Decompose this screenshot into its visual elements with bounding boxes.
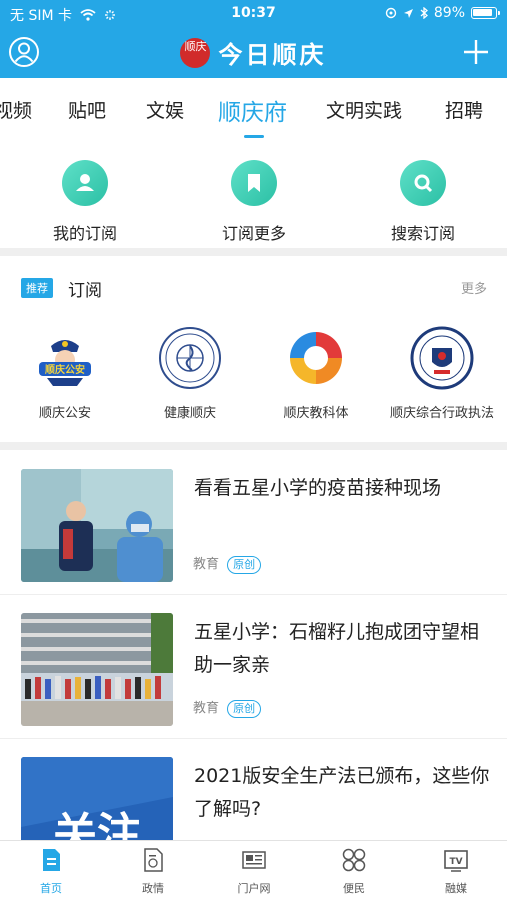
active-tab-indicator — [244, 135, 264, 138]
app-header: 顺庆 今日顺庆 — [0, 28, 507, 78]
nav-portal[interactable]: 门户网 — [219, 847, 289, 896]
health-bureau-emblem-icon — [158, 326, 222, 390]
subscription-name: 健康顺庆 — [163, 406, 216, 421]
news-category: 教育 — [193, 557, 220, 572]
tab-recruitment[interactable]: 招聘 — [445, 96, 483, 123]
news-category: 教育 — [193, 701, 220, 716]
home-doc-icon — [43, 849, 60, 871]
section-divider — [0, 442, 507, 450]
nav-label: 融媒 — [445, 882, 467, 895]
government-doc-icon — [144, 848, 163, 872]
battery-percent: 89% — [433, 5, 465, 21]
recommended-subscriptions: 推荐 订阅 更多 顺庆公安 顺庆公安 健康顺庆 顺庆教科体 顺庆综合行政执法 — [0, 256, 507, 442]
quick-actions: 我的订阅 订阅更多 搜索订阅 — [0, 140, 507, 248]
battery-icon — [471, 7, 500, 19]
news-title: 2021版安全生产法已颁布，这些你了解吗? — [194, 765, 490, 820]
tab-civilization[interactable]: 文明实践 — [326, 96, 402, 123]
subscription-name: 顺庆公安 — [38, 406, 91, 421]
nav-media[interactable]: TV 融媒 — [421, 847, 491, 896]
screen-lock-icon — [385, 7, 397, 19]
nav-home[interactable]: 首页 — [16, 847, 86, 896]
app-logo: 顺庆 今日顺庆 — [0, 35, 507, 70]
original-badge: 原创 — [227, 700, 262, 718]
search-subscriptions-button[interactable]: 搜索订阅 — [368, 160, 478, 244]
subscription-name: 顺庆综合行政执法 — [389, 406, 494, 421]
nav-services[interactable]: 便民 — [319, 847, 389, 896]
tab-video[interactable]: 视频 — [0, 96, 32, 123]
tv-icon: TV — [444, 850, 468, 872]
recommend-badge: 推荐 — [21, 278, 53, 298]
subscriptions-title: 订阅 — [68, 281, 102, 301]
my-subscriptions-button[interactable]: 我的订阅 — [30, 160, 140, 244]
tab-entertainment[interactable]: 文娱 — [146, 96, 184, 123]
quick-label: 订阅更多 — [221, 224, 286, 243]
search-icon — [400, 160, 446, 206]
grid-icon — [342, 848, 366, 872]
nav-label: 便民 — [343, 882, 365, 895]
quick-label: 我的订阅 — [52, 224, 117, 243]
subscription-item[interactable]: 健康顺庆 — [127, 326, 253, 421]
category-tabs: 视频 贴吧 文娱 顺庆府 文明实践 招聘 — [0, 78, 507, 140]
original-badge: 原创 — [227, 556, 262, 574]
education-bureau-logo-icon — [284, 326, 348, 390]
logo-seal: 顺庆 — [180, 37, 211, 68]
subscription-item[interactable]: 顺庆教科体 — [253, 326, 379, 421]
subscription-item[interactable]: 顺庆综合行政执法 — [379, 326, 505, 421]
nav-politics[interactable]: 政情 — [118, 847, 188, 896]
news-item[interactable]: 五星小学：石榴籽儿抱成团守望相助一家亲 教育 原创 — [0, 594, 507, 738]
subscription-item[interactable]: 顺庆公安 顺庆公安 — [2, 326, 128, 421]
more-link[interactable]: 更多 — [461, 278, 487, 297]
subscription-name: 顺庆教科体 — [283, 406, 349, 421]
news-title: 看看五星小学的疫苗接种现场 — [194, 477, 442, 499]
tab-shunqingfu[interactable]: 顺庆府 — [218, 93, 287, 127]
bookmark-icon — [231, 160, 277, 206]
news-thumbnail — [21, 469, 173, 582]
nav-label: 首页 — [40, 882, 62, 895]
svg-text:顺庆公安: 顺庆公安 — [45, 363, 85, 376]
section-divider — [0, 248, 507, 256]
status-right: 89% — [385, 5, 500, 21]
newspaper-icon — [242, 851, 266, 869]
bluetooth-icon — [420, 7, 428, 19]
location-icon — [403, 8, 413, 18]
law-enforcement-badge-icon — [410, 326, 474, 390]
nav-label: 门户网 — [237, 882, 271, 895]
news-title: 五星小学：石榴籽儿抱成团守望相助一家亲 — [194, 621, 480, 676]
news-meta: 教育 原创 — [193, 553, 262, 574]
svg-text:TV: TV — [449, 857, 462, 867]
subscribe-more-button[interactable]: 订阅更多 — [199, 160, 309, 244]
news-thumbnail — [21, 613, 173, 726]
logo-text: 今日顺庆 — [218, 40, 327, 69]
news-meta: 教育 原创 — [193, 697, 262, 718]
user-icon — [62, 160, 108, 206]
status-bar: 无 SIM 卡 10:37 89% — [0, 0, 507, 28]
tab-tieba[interactable]: 贴吧 — [68, 96, 106, 123]
police-badge-icon: 顺庆公安 — [33, 326, 97, 390]
quick-label: 搜索订阅 — [390, 224, 455, 243]
bottom-navigation: 首页 政情 门户网 便民 TV 融媒 — [0, 840, 507, 901]
nav-label: 政情 — [142, 882, 164, 895]
news-item[interactable]: 看看五星小学的疫苗接种现场 教育 原创 — [0, 450, 507, 594]
add-icon[interactable] — [461, 37, 491, 67]
